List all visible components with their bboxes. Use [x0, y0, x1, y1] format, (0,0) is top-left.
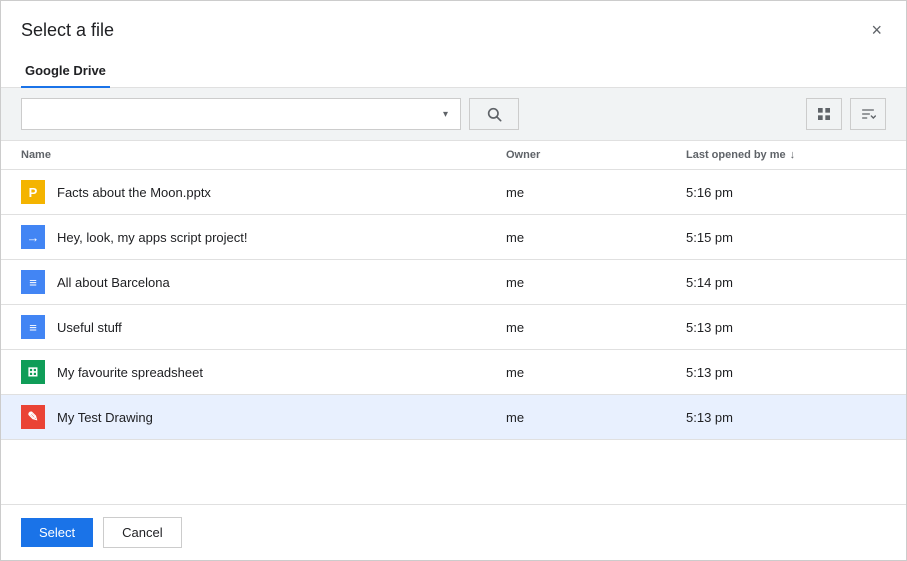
file-type-icon: ✎	[21, 405, 45, 429]
file-date: 5:15 pm	[686, 230, 886, 245]
file-list: Name Owner Last opened by me ↓ P Facts ab…	[1, 141, 906, 504]
tab-google-drive[interactable]: Google Drive	[21, 55, 110, 88]
grid-icon	[816, 106, 832, 122]
file-name: Useful stuff	[57, 320, 506, 335]
file-name: All about Barcelona	[57, 275, 506, 290]
file-owner: me	[506, 230, 686, 245]
search-dropdown-button[interactable]: ▾	[439, 109, 452, 120]
sort-arrow: ↓	[790, 149, 796, 161]
toolbar: ▾	[1, 88, 906, 141]
table-row[interactable]: ≡ Useful stuffme5:13 pm	[1, 305, 906, 350]
file-type-icon: ⊞	[21, 360, 45, 384]
file-date: 5:13 pm	[686, 365, 886, 380]
search-wrapper: ▾	[21, 98, 461, 130]
file-date: 5:14 pm	[686, 275, 886, 290]
sort-button[interactable]	[850, 98, 886, 130]
file-owner: me	[506, 275, 686, 290]
search-button[interactable]	[469, 98, 519, 130]
file-owner: me	[506, 410, 686, 425]
select-file-dialog: Select a file × Google Drive ▾	[0, 0, 907, 561]
file-list-header: Name Owner Last opened by me ↓	[1, 141, 906, 170]
select-button[interactable]: Select	[21, 518, 93, 547]
file-name: My favourite spreadsheet	[57, 365, 506, 380]
search-input[interactable]	[30, 107, 439, 122]
file-owner: me	[506, 365, 686, 380]
table-row[interactable]: P Facts about the Moon.pptxme5:16 pm	[1, 170, 906, 215]
search-icon	[486, 106, 502, 122]
table-row[interactable]: → Hey, look, my apps script project!me5:1…	[1, 215, 906, 260]
file-name: Facts about the Moon.pptx	[57, 185, 506, 200]
table-row[interactable]: ⊞ My favourite spreadsheetme5:13 pm	[1, 350, 906, 395]
dialog-header: Select a file ×	[1, 1, 906, 43]
close-button[interactable]: ×	[867, 17, 886, 43]
file-name: Hey, look, my apps script project!	[57, 230, 506, 245]
table-row[interactable]: ≡ All about Barceloname5:14 pm	[1, 260, 906, 305]
file-owner: me	[506, 185, 686, 200]
col-name-header: Name	[21, 149, 506, 161]
file-owner: me	[506, 320, 686, 335]
file-type-icon: ≡	[21, 270, 45, 294]
file-type-icon: →	[21, 225, 45, 249]
file-type-icon: P	[21, 180, 45, 204]
file-date: 5:16 pm	[686, 185, 886, 200]
dialog-footer: Select Cancel	[1, 504, 906, 560]
col-date-header[interactable]: Last opened by me ↓	[686, 149, 886, 161]
cancel-button[interactable]: Cancel	[103, 517, 181, 548]
file-type-icon: ≡	[21, 315, 45, 339]
dialog-title: Select a file	[21, 20, 114, 41]
tabs-bar: Google Drive	[1, 55, 906, 88]
sort-icon	[860, 106, 876, 122]
file-rows-container: PFacts about the Moon.pptxme5:16 pm→Hey,…	[1, 170, 906, 440]
file-date: 5:13 pm	[686, 320, 886, 335]
grid-view-button[interactable]	[806, 98, 842, 130]
file-date: 5:13 pm	[686, 410, 886, 425]
table-row[interactable]: ✎ My Test Drawingme5:13 pm	[1, 395, 906, 440]
file-name: My Test Drawing	[57, 410, 506, 425]
col-owner-header: Owner	[506, 149, 686, 161]
